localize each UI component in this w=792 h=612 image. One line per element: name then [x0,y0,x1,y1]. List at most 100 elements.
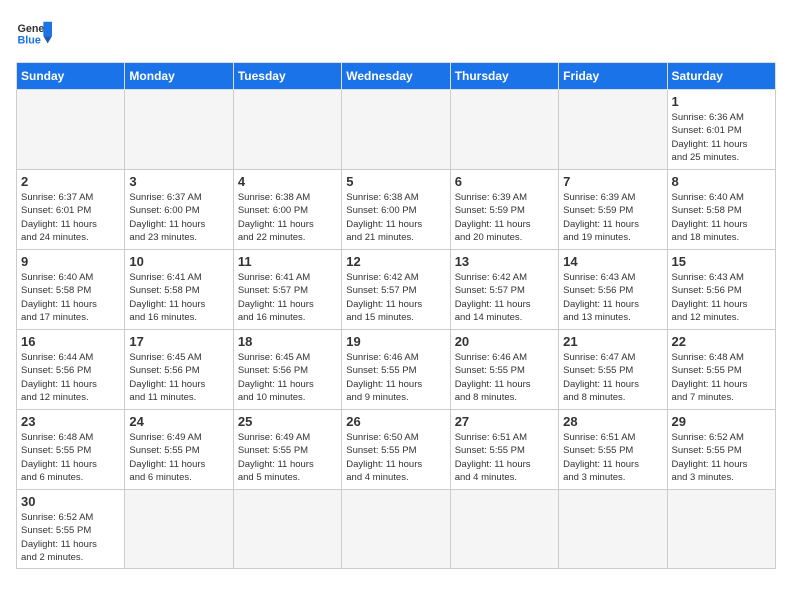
day-number: 9 [21,254,120,269]
day-info: Sunrise: 6:51 AM Sunset: 5:55 PM Dayligh… [563,431,662,484]
day-header-sunday: Sunday [17,63,125,90]
calendar-cell: 15Sunrise: 6:43 AM Sunset: 5:56 PM Dayli… [667,250,775,330]
calendar-cell [233,490,341,569]
calendar-cell: 14Sunrise: 6:43 AM Sunset: 5:56 PM Dayli… [559,250,667,330]
day-info: Sunrise: 6:47 AM Sunset: 5:55 PM Dayligh… [563,351,662,404]
calendar-cell [450,490,558,569]
day-info: Sunrise: 6:43 AM Sunset: 5:56 PM Dayligh… [672,271,771,324]
calendar-cell [342,490,450,569]
day-number: 25 [238,414,337,429]
day-number: 6 [455,174,554,189]
day-info: Sunrise: 6:46 AM Sunset: 5:55 PM Dayligh… [346,351,445,404]
day-number: 11 [238,254,337,269]
day-number: 5 [346,174,445,189]
calendar-cell: 25 Sunrise: 6:49 AM Sunset: 5:55 PM Dayli… [233,410,341,490]
day-info: Sunrise: 6:52 AM Sunset: 5:55 PM Dayligh… [672,431,771,484]
day-info: Sunrise: 6:52 AM Sunset: 5:55 PM Dayligh… [21,511,120,564]
day-info: Sunrise: 6:37 AM Sunset: 6:00 PM Dayligh… [129,191,228,244]
calendar-cell: 8 Sunrise: 6:40 AM Sunset: 5:58 PM Daylig… [667,170,775,250]
week-row-1: 1 Sunrise: 6:36 AM Sunset: 6:01 PM Daylig… [17,90,776,170]
day-info: Sunrise: 6:38 AM Sunset: 6:00 PM Dayligh… [238,191,337,244]
calendar-cell: 23 Sunrise: 6:48 AM Sunset: 5:55 PM Dayli… [17,410,125,490]
calendar-cell: 4 Sunrise: 6:38 AM Sunset: 6:00 PM Daylig… [233,170,341,250]
calendar-cell: 26Sunrise: 6:50 AM Sunset: 5:55 PM Dayli… [342,410,450,490]
calendar-cell: 7 Sunrise: 6:39 AM Sunset: 5:59 PM Daylig… [559,170,667,250]
calendar-cell [17,90,125,170]
calendar-cell [233,90,341,170]
day-header-wednesday: Wednesday [342,63,450,90]
day-info: Sunrise: 6:40 AM Sunset: 5:58 PM Dayligh… [672,191,771,244]
day-info: Sunrise: 6:40 AM Sunset: 5:58 PM Dayligh… [21,271,120,324]
calendar-cell: 30 Sunrise: 6:52 AM Sunset: 5:55 PM Dayli… [17,490,125,569]
day-number: 4 [238,174,337,189]
page-header: General Blue [16,16,776,52]
day-info: Sunrise: 6:45 AM Sunset: 5:56 PM Dayligh… [129,351,228,404]
day-header-friday: Friday [559,63,667,90]
calendar-cell: 5 Sunrise: 6:38 AM Sunset: 6:00 PM Daylig… [342,170,450,250]
day-number: 12 [346,254,445,269]
calendar-cell: 28Sunrise: 6:51 AM Sunset: 5:55 PM Dayli… [559,410,667,490]
calendar-cell: 12 Sunrise: 6:42 AM Sunset: 5:57 PM Dayli… [342,250,450,330]
day-number: 17 [129,334,228,349]
day-info: Sunrise: 6:43 AM Sunset: 5:56 PM Dayligh… [563,271,662,324]
calendar-cell: 11 Sunrise: 6:41 AM Sunset: 5:57 PM Dayli… [233,250,341,330]
day-info: Sunrise: 6:42 AM Sunset: 5:57 PM Dayligh… [455,271,554,324]
day-info: Sunrise: 6:37 AM Sunset: 6:01 PM Dayligh… [21,191,120,244]
day-number: 8 [672,174,771,189]
day-number: 3 [129,174,228,189]
day-info: Sunrise: 6:39 AM Sunset: 5:59 PM Dayligh… [455,191,554,244]
day-number: 24 [129,414,228,429]
week-row-2: 2 Sunrise: 6:37 AM Sunset: 6:01 PM Daylig… [17,170,776,250]
day-header-saturday: Saturday [667,63,775,90]
calendar-cell: 19Sunrise: 6:46 AM Sunset: 5:55 PM Dayli… [342,330,450,410]
day-number: 18 [238,334,337,349]
days-header-row: SundayMondayTuesdayWednesdayThursdayFrid… [17,63,776,90]
day-info: Sunrise: 6:39 AM Sunset: 5:59 PM Dayligh… [563,191,662,244]
day-number: 1 [672,94,771,109]
day-number: 20 [455,334,554,349]
calendar-cell [125,490,233,569]
day-info: Sunrise: 6:36 AM Sunset: 6:01 PM Dayligh… [672,111,771,164]
day-number: 7 [563,174,662,189]
calendar-cell: 18 Sunrise: 6:45 AM Sunset: 5:56 PM Dayli… [233,330,341,410]
calendar-cell: 20 Sunrise: 6:46 AM Sunset: 5:55 PM Dayli… [450,330,558,410]
day-info: Sunrise: 6:48 AM Sunset: 5:55 PM Dayligh… [21,431,120,484]
day-info: Sunrise: 6:45 AM Sunset: 5:56 PM Dayligh… [238,351,337,404]
calendar-table: SundayMondayTuesdayWednesdayThursdayFrid… [16,62,776,569]
day-number: 30 [21,494,120,509]
calendar-cell [559,90,667,170]
calendar-cell: 3 Sunrise: 6:37 AM Sunset: 6:00 PM Daylig… [125,170,233,250]
day-info: Sunrise: 6:46 AM Sunset: 5:55 PM Dayligh… [455,351,554,404]
day-info: Sunrise: 6:49 AM Sunset: 5:55 PM Dayligh… [238,431,337,484]
calendar-cell: 21Sunrise: 6:47 AM Sunset: 5:55 PM Dayli… [559,330,667,410]
calendar-cell: 17 Sunrise: 6:45 AM Sunset: 5:56 PM Dayli… [125,330,233,410]
day-number: 23 [21,414,120,429]
week-row-3: 9 Sunrise: 6:40 AM Sunset: 5:58 PM Daylig… [17,250,776,330]
week-row-4: 16Sunrise: 6:44 AM Sunset: 5:56 PM Dayli… [17,330,776,410]
week-row-5: 23 Sunrise: 6:48 AM Sunset: 5:55 PM Dayli… [17,410,776,490]
calendar-cell: 2 Sunrise: 6:37 AM Sunset: 6:01 PM Daylig… [17,170,125,250]
day-info: Sunrise: 6:44 AM Sunset: 5:56 PM Dayligh… [21,351,120,404]
calendar-cell: 29 Sunrise: 6:52 AM Sunset: 5:55 PM Dayli… [667,410,775,490]
day-number: 13 [455,254,554,269]
day-header-monday: Monday [125,63,233,90]
day-info: Sunrise: 6:51 AM Sunset: 5:55 PM Dayligh… [455,431,554,484]
calendar-cell: 13 Sunrise: 6:42 AM Sunset: 5:57 PM Dayli… [450,250,558,330]
calendar-cell: 1 Sunrise: 6:36 AM Sunset: 6:01 PM Daylig… [667,90,775,170]
day-info: Sunrise: 6:38 AM Sunset: 6:00 PM Dayligh… [346,191,445,244]
day-info: Sunrise: 6:42 AM Sunset: 5:57 PM Dayligh… [346,271,445,324]
calendar-cell: 27 Sunrise: 6:51 AM Sunset: 5:55 PM Dayli… [450,410,558,490]
day-number: 27 [455,414,554,429]
day-number: 2 [21,174,120,189]
day-header-thursday: Thursday [450,63,558,90]
day-info: Sunrise: 6:41 AM Sunset: 5:58 PM Dayligh… [129,271,228,324]
day-number: 29 [672,414,771,429]
day-info: Sunrise: 6:41 AM Sunset: 5:57 PM Dayligh… [238,271,337,324]
calendar-cell: 10Sunrise: 6:41 AM Sunset: 5:58 PM Dayli… [125,250,233,330]
day-info: Sunrise: 6:48 AM Sunset: 5:55 PM Dayligh… [672,351,771,404]
logo: General Blue [16,16,52,52]
day-info: Sunrise: 6:50 AM Sunset: 5:55 PM Dayligh… [346,431,445,484]
calendar-cell [450,90,558,170]
calendar-cell [125,90,233,170]
day-header-tuesday: Tuesday [233,63,341,90]
